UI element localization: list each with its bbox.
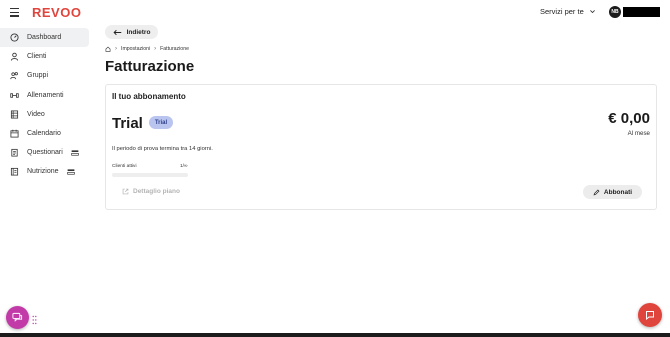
chat-icon bbox=[646, 311, 654, 320]
arrow-left-icon bbox=[113, 29, 121, 35]
sidebar-item-calendario[interactable]: Calendario bbox=[0, 124, 96, 143]
sidebar-item-label: Dashboard bbox=[27, 34, 62, 42]
trial-note: Il periodo di prova termina tra 14 giorn… bbox=[112, 146, 213, 152]
dumbbell-icon bbox=[10, 91, 19, 100]
gauge-icon bbox=[10, 33, 19, 42]
sidebar-item-nutrizione[interactable]: Nutrizione bbox=[0, 162, 96, 181]
sidebar-item-dashboard[interactable]: Dashboard bbox=[0, 28, 89, 48]
active-clients-label: Clienti attivi bbox=[112, 164, 137, 169]
plan-detail-label: Dettaglio piano bbox=[133, 188, 180, 195]
sidebar-item-label: Allenamenti bbox=[27, 91, 64, 99]
page-title: Fatturazione bbox=[105, 58, 195, 75]
breadcrumb-item-impostazioni[interactable]: Impostazioni bbox=[121, 46, 150, 52]
group-icon bbox=[10, 71, 19, 80]
plan-badge: Trial bbox=[149, 116, 173, 129]
services-label: Servizi per te bbox=[540, 7, 584, 16]
calendar-icon bbox=[10, 129, 19, 138]
back-button-label: Indietro bbox=[126, 28, 151, 36]
chat-widget-button[interactable] bbox=[6, 306, 29, 329]
sidebar: Dashboard Clienti Gruppi Allenamenti Vid… bbox=[0, 28, 96, 182]
back-button[interactable]: Indietro bbox=[105, 25, 158, 39]
sidebar-item-label: Nutrizione bbox=[27, 168, 59, 176]
active-clients-count: 1/∞ bbox=[180, 164, 188, 169]
plan-price: € 0,00 bbox=[608, 110, 650, 127]
top-bar: REVOO Servizi per te NB bbox=[0, 0, 670, 24]
stack-icon bbox=[66, 169, 75, 175]
subscription-section-title: Il tuo abbonamento bbox=[112, 92, 186, 101]
app-logo[interactable]: REVOO bbox=[32, 5, 81, 20]
film-icon bbox=[10, 110, 19, 119]
chevron-down-icon bbox=[589, 10, 595, 14]
breadcrumb: › Impostazioni › Fatturazione bbox=[105, 46, 189, 52]
chevron-right-icon: › bbox=[115, 46, 117, 52]
subscribe-button-label: Abbonati bbox=[603, 188, 633, 196]
support-chat-button[interactable] bbox=[638, 303, 662, 327]
sidebar-item-video[interactable]: Video bbox=[0, 105, 96, 124]
plan-detail-link[interactable]: Dettaglio piano bbox=[122, 188, 180, 195]
active-clients-progress bbox=[112, 173, 188, 177]
chevron-right-icon: › bbox=[154, 46, 157, 52]
chat-bubbles-icon bbox=[12, 312, 23, 322]
sidebar-item-label: Video bbox=[27, 110, 45, 118]
home-icon[interactable] bbox=[105, 46, 111, 52]
sidebar-item-allenamenti[interactable]: Allenamenti bbox=[0, 86, 96, 105]
sidebar-item-label: Clienti bbox=[27, 53, 47, 61]
drag-handle-icon[interactable] bbox=[32, 312, 37, 325]
plan-name: Trial bbox=[112, 115, 143, 132]
sidebar-item-label: Questionari bbox=[27, 149, 63, 157]
clipboard-icon bbox=[10, 148, 19, 157]
user-name-redacted[interactable] bbox=[623, 7, 660, 17]
sidebar-item-label: Calendario bbox=[27, 130, 61, 138]
sidebar-item-clienti[interactable]: Clienti bbox=[0, 47, 96, 66]
bottom-bar bbox=[0, 333, 670, 337]
subscription-card: Il tuo abbonamento Trial Trial € 0,00 Al… bbox=[105, 84, 657, 210]
price-period: Al mese bbox=[627, 130, 650, 137]
pencil-icon bbox=[593, 189, 600, 195]
sidebar-item-questionari[interactable]: Questionari bbox=[0, 143, 96, 162]
subscribe-button[interactable]: Abbonati bbox=[583, 185, 642, 199]
external-link-icon bbox=[122, 188, 129, 195]
avatar[interactable]: NB bbox=[609, 6, 621, 18]
user-icon bbox=[10, 52, 19, 61]
breadcrumb-item-fatturazione: Fatturazione bbox=[160, 46, 189, 52]
sidebar-item-gruppi[interactable]: Gruppi bbox=[0, 66, 96, 85]
stack-icon bbox=[71, 150, 79, 156]
sidebar-item-label: Gruppi bbox=[27, 72, 49, 80]
book-icon bbox=[10, 167, 19, 176]
services-dropdown[interactable]: Servizi per te bbox=[540, 7, 596, 16]
menu-icon[interactable] bbox=[10, 8, 19, 17]
